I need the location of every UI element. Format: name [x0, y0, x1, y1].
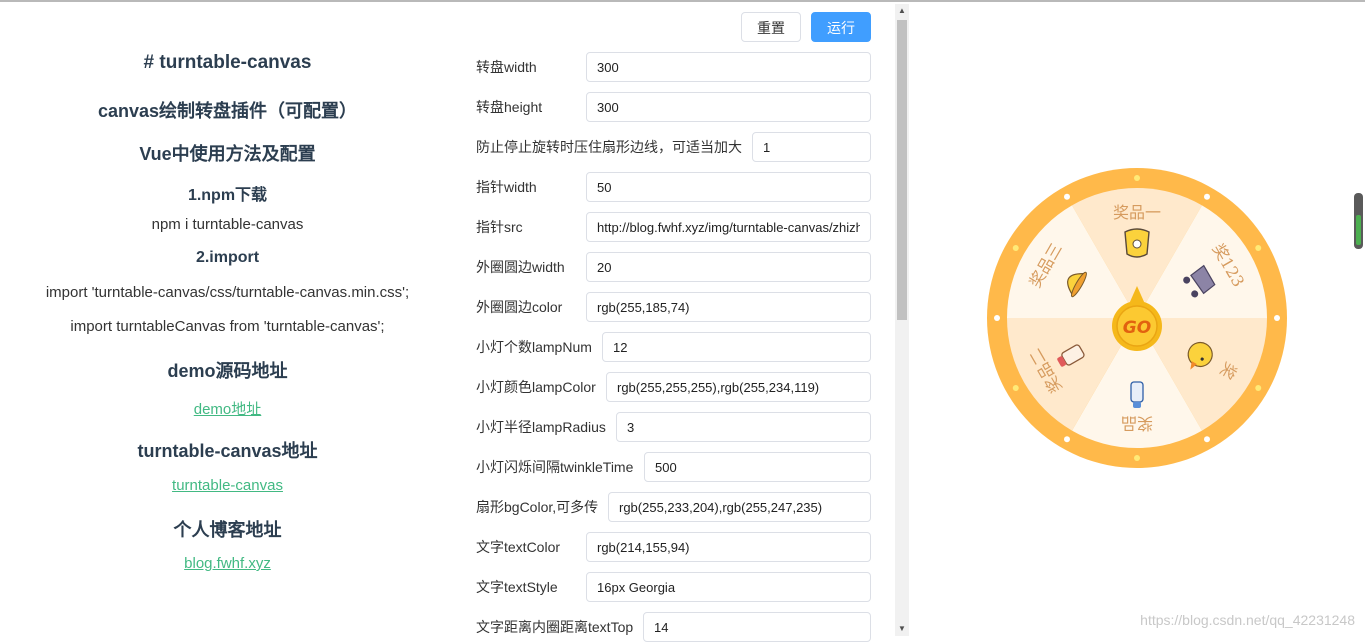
config-row-lamp-num: 小灯个数lampNum — [476, 332, 871, 362]
step1-heading: 1.npm下载 — [187, 187, 268, 204]
lamp-dot — [1274, 315, 1280, 321]
config-label: 文字textColor — [476, 539, 561, 555]
lamp-dot — [1064, 193, 1070, 200]
wheel-height-input[interactable] — [586, 92, 871, 122]
config-label: 小灯个数lampNum — [476, 339, 592, 355]
config-row-text-color: 文字textColor — [476, 532, 871, 562]
sector-offset-input[interactable] — [752, 132, 871, 162]
lamp-dot — [1134, 455, 1140, 461]
wheel-width-input[interactable] — [586, 52, 871, 82]
config-row-ring-color: 外圈圆边color — [476, 292, 871, 322]
config-row-pointer-width: 指针width — [476, 172, 871, 202]
usage-heading: Vue中使用方法及配置 — [139, 144, 316, 164]
turntable-wheel[interactable]: 奖品一 奖123 奖 奖品 奖品二 奖品三 GO — [987, 168, 1287, 468]
config-row-wheel-width: 转盘width — [476, 52, 871, 82]
lamp-dot — [994, 315, 1000, 321]
config-label: 文字textStyle — [476, 579, 558, 595]
side-handle-icon[interactable] — [1354, 193, 1363, 249]
lamp-dot — [1012, 245, 1019, 251]
config-row-lamp-color: 小灯颜色lampColor — [476, 372, 871, 402]
repo-heading: turntable-canvas地址 — [137, 441, 318, 461]
run-button[interactable]: 运行 — [811, 12, 871, 42]
config-row-bg-color: 扇形bgColor,可多传 — [476, 492, 871, 522]
config-row-lamp-radius: 小灯半径lampRadius — [476, 412, 871, 442]
npm-command: npm i turntable-canvas — [151, 216, 304, 233]
ring-width-input[interactable] — [586, 252, 871, 282]
lamp-dot — [1204, 436, 1210, 443]
import-js-line: import turntableCanvas from 'turntable-c… — [70, 318, 385, 335]
repo-link[interactable]: turntable-canvas — [172, 477, 283, 494]
scrollbar-thumb[interactable] — [897, 20, 907, 320]
config-row-wheel-height: 转盘height — [476, 92, 871, 122]
config-label: 外圈圆边color — [476, 299, 563, 315]
config-row-ring-width: 外圈圆边width — [476, 252, 871, 282]
config-label: 小灯颜色lampColor — [476, 379, 596, 395]
config-label: 指针width — [476, 179, 537, 195]
config-label: 防止停止旋转时压住扇形边线，可适当加大 — [476, 139, 742, 155]
config-label: 小灯闪烁间隔twinkleTime — [476, 459, 634, 475]
demo-heading: demo源码地址 — [167, 361, 288, 381]
config-label: 外圈圆边width — [476, 259, 565, 275]
sector-bg-color-input[interactable] — [608, 492, 871, 522]
blog-link[interactable]: blog.fwhf.xyz — [184, 555, 271, 572]
pointer-src-input[interactable] — [586, 212, 871, 242]
bib-icon — [1124, 228, 1150, 258]
config-row-offset: 防止停止旋转时压住扇形边线，可适当加大 — [476, 132, 871, 162]
twinkle-time-input[interactable] — [644, 452, 871, 482]
lamp-dot — [1255, 385, 1262, 391]
config-row-pointer-src: 指针src — [476, 212, 871, 242]
prize-label: 奖品一 — [1113, 203, 1161, 222]
doc-title: # turntable-canvas — [143, 52, 312, 73]
readme-panel: # turntable-canvas canvas绘制转盘插件（可配置） Vue… — [0, 0, 455, 636]
config-scrollbar[interactable]: ▲ ▼ — [895, 4, 909, 636]
doc-subtitle: canvas绘制转盘插件（可配置） — [97, 101, 358, 121]
config-row-text-style: 文字textStyle — [476, 572, 871, 602]
config-row-text-top: 文字距离内圈距离textTop — [476, 612, 871, 642]
go-label: GO — [1123, 318, 1151, 338]
config-label: 小灯半径lampRadius — [476, 419, 606, 435]
watermark: https://blog.csdn.net/qq_42231248 — [1140, 612, 1355, 628]
ring-color-input[interactable] — [586, 292, 871, 322]
text-style-input[interactable] — [586, 572, 871, 602]
blog-heading: 个人博客地址 — [173, 520, 282, 540]
lamp-radius-input[interactable] — [616, 412, 871, 442]
config-label: 转盘width — [476, 59, 537, 75]
config-row-twinkle-time: 小灯闪烁间隔twinkleTime — [476, 452, 871, 482]
lamp-dot — [1255, 245, 1262, 251]
reset-button[interactable]: 重置 — [741, 12, 801, 42]
lamp-dot — [1134, 175, 1140, 181]
step2-heading: 2.import — [195, 249, 260, 266]
lamp-num-input[interactable] — [602, 332, 871, 362]
text-color-input[interactable] — [586, 532, 871, 562]
pointer-width-input[interactable] — [586, 172, 871, 202]
lamp-dot — [1204, 193, 1210, 200]
config-label: 指针src — [476, 219, 523, 235]
scroll-up-arrow-icon[interactable]: ▲ — [895, 4, 909, 18]
config-panel: 重置 运行 转盘width 转盘height 防止停止旋转时压住扇形边线，可适当… — [470, 0, 895, 642]
lamp-color-input[interactable] — [606, 372, 871, 402]
config-label: 转盘height — [476, 99, 543, 115]
lamp-dot — [1012, 385, 1019, 391]
prize-label: 奖品 — [1121, 414, 1153, 433]
demo-link[interactable]: demo地址 — [194, 401, 262, 418]
config-label: 扇形bgColor,可多传 — [476, 499, 599, 515]
scroll-down-arrow-icon[interactable]: ▼ — [895, 622, 909, 636]
import-css-line: import 'turntable-canvas/css/turntable-c… — [45, 284, 410, 301]
lamp-dot — [1064, 436, 1070, 443]
config-label: 文字距离内圈距离textTop — [476, 619, 634, 635]
text-top-input[interactable] — [643, 612, 871, 642]
